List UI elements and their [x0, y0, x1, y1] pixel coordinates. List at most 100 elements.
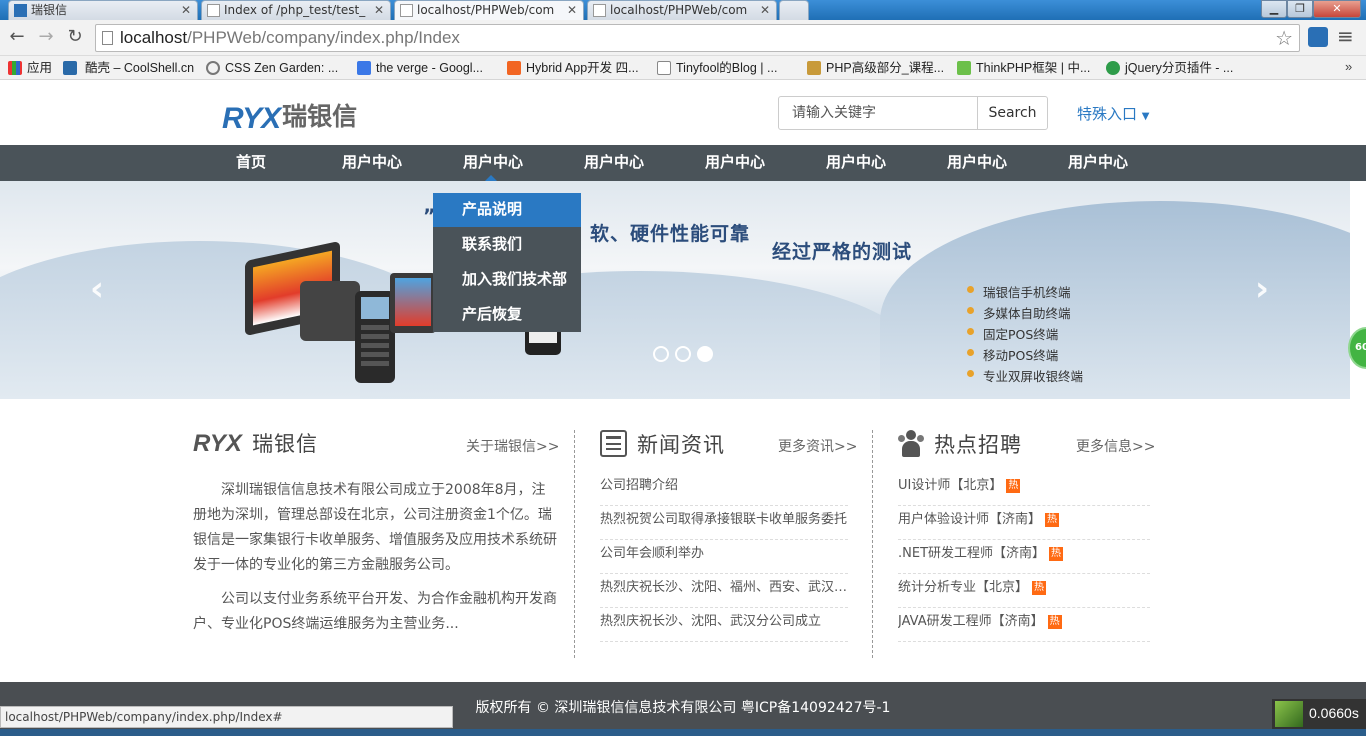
nav-user-center[interactable]: 用户中心 — [695, 145, 775, 181]
nav-user-center[interactable]: 用户中心 — [332, 145, 412, 181]
tab-title: Index of /php_test/test_ — [224, 3, 366, 17]
bookmark-star-icon[interactable]: ☆ — [1275, 26, 1293, 50]
about-more-link[interactable]: 关于瑞银信>> — [466, 436, 559, 456]
browser-tab-active[interactable]: localhost/PHPWeb/com ✕ — [394, 0, 584, 20]
news-item[interactable]: 公司年会顺利举办 — [600, 540, 848, 574]
back-arrow-icon[interactable]: ← — [6, 26, 28, 48]
people-icon — [898, 430, 924, 458]
job-item[interactable]: .NET研发工程师【济南】热 — [898, 540, 1150, 574]
news-item[interactable]: 热烈庆祝长沙、沈阳、武汉分公司成立 — [600, 608, 848, 642]
browser-toolbar: ← → ↻ localhost/PHPWeb/company/index.php… — [0, 20, 1366, 56]
page-icon — [657, 61, 671, 75]
job-item[interactable]: UI设计师【北京】热 — [898, 472, 1150, 506]
reload-icon[interactable]: ↻ — [64, 26, 86, 48]
hot-badge: 热 — [1045, 513, 1060, 527]
dropdown-item-contact[interactable]: 联系我们 — [433, 228, 581, 262]
nav-user-center[interactable]: 用户中心 — [816, 145, 896, 181]
news-item[interactable]: 热烈祝贺公司取得承接银联卡收单服务委托 — [600, 506, 848, 540]
news-more-link[interactable]: 更多资讯>> — [778, 436, 857, 456]
php-course-icon — [807, 61, 821, 75]
feature-item: 固定POS终端 — [967, 324, 1058, 343]
bookmarks-bar: 应用 酷壳 – CoolShell.cn CSS Zen Garden: ...… — [0, 56, 1366, 80]
close-tab-icon[interactable]: ✕ — [760, 1, 770, 19]
job-item[interactable]: JAVA研发工程师【济南】热 — [898, 608, 1150, 642]
feature-item: 瑞银信手机终端 — [967, 282, 1071, 301]
extension-icon[interactable] — [1308, 27, 1328, 47]
carousel-indicator[interactable] — [675, 346, 691, 362]
close-tab-icon[interactable]: ✕ — [567, 1, 577, 19]
maximize-button[interactable]: ❐ — [1287, 0, 1313, 18]
coolshell-icon — [63, 61, 77, 75]
carousel-indicator-active[interactable] — [697, 346, 713, 362]
bookmark-thinkphp[interactable]: ThinkPHP框架 | 中... — [957, 59, 1090, 77]
feature-item: 多媒体自助终端 — [967, 303, 1071, 322]
bookmark-theverge[interactable]: the verge - Googl... — [357, 59, 483, 77]
hot-badge: 热 — [1006, 479, 1021, 493]
bookmarks-overflow-icon[interactable]: » — [1345, 59, 1352, 74]
feature-item: 移动POS终端 — [967, 345, 1058, 364]
special-entry-dropdown[interactable]: 特殊入口 ▼ — [1077, 103, 1150, 124]
feature-item: 专业双屏收银终端 — [967, 366, 1083, 385]
search-input[interactable]: 请输入关键字 — [778, 96, 978, 130]
zen-garden-icon — [206, 61, 220, 75]
nav-home[interactable]: 首页 — [221, 145, 281, 181]
bookmark-tinyfool[interactable]: Tinyfool的Blog | ... — [657, 59, 777, 77]
google-icon — [357, 61, 371, 75]
nav-user-center[interactable]: 用户中心 — [937, 145, 1017, 181]
news-item[interactable]: 公司招聘介绍 — [600, 472, 848, 506]
new-tab-button[interactable] — [779, 0, 809, 20]
nav-user-center[interactable]: 用户中心 — [1058, 145, 1138, 181]
main-nav: 首页 用户中心 用户中心 用户中心 用户中心 用户中心 用户中心 用户中心 — [0, 145, 1366, 183]
hot-badge: 热 — [1049, 547, 1064, 561]
bookmark-php[interactable]: PHP高级部分_课程... — [807, 59, 944, 77]
column-divider — [574, 430, 575, 658]
carousel-indicator[interactable] — [653, 346, 669, 362]
about-section-title: RYX 瑞银信 — [193, 428, 318, 458]
about-logo-mark: RYX — [193, 430, 242, 457]
minimize-button[interactable]: ▁ — [1261, 0, 1287, 18]
jquery-icon — [1106, 61, 1120, 75]
menu-icon[interactable]: ≡ — [1337, 24, 1354, 48]
page-icon — [593, 4, 606, 17]
bookmark-apps[interactable]: 应用 — [8, 59, 52, 77]
status-bar-url: localhost/PHPWeb/company/index.php/Index… — [0, 706, 453, 728]
column-divider — [872, 430, 873, 658]
dropdown-item-recovery[interactable]: 产后恢复 — [433, 298, 581, 332]
carousel-next-icon[interactable]: › — [1255, 269, 1269, 309]
page-icon — [102, 31, 113, 45]
hot-badge: 热 — [1047, 615, 1062, 629]
dropdown-item-join[interactable]: 加入我们技术部 — [433, 263, 581, 297]
site-logo[interactable]: RYX瑞银信 — [222, 97, 357, 135]
thinkphp-icon — [957, 61, 971, 75]
banner-slogan: 经过严格的测试 — [772, 241, 913, 263]
hybrid-icon — [507, 61, 521, 75]
bookmark-hybridapp[interactable]: Hybrid App开发 四... — [507, 59, 639, 77]
address-bar[interactable]: localhost/PHPWeb/company/index.php/Index… — [95, 24, 1300, 52]
job-item[interactable]: 统计分析专业【北京】热 — [898, 574, 1150, 608]
close-tab-icon[interactable]: ✕ — [374, 1, 384, 19]
browser-tab[interactable]: Index of /php_test/test_ ✕ — [201, 0, 391, 20]
carousel-prev-icon[interactable]: ‹ — [90, 269, 104, 309]
nav-user-center[interactable]: 用户中心 — [574, 145, 654, 181]
hot-badge: 热 — [1032, 581, 1047, 595]
tab-title: localhost/PHPWeb/com — [610, 3, 748, 17]
banner-carousel: ” 软、硬件性能可靠 经过严格的测试 瑞银信手机终端 多媒体自助终端 固定POS… — [0, 181, 1350, 399]
jobs-section-title: 热点招聘 — [934, 433, 1022, 457]
close-tab-icon[interactable]: ✕ — [181, 1, 191, 19]
news-item[interactable]: 热烈庆祝长沙、沈阳、福州、西安、武汉分公司成立 — [600, 574, 848, 608]
forward-arrow-icon[interactable]: → — [35, 26, 57, 48]
job-item[interactable]: 用户体验设计师【济南】热 — [898, 506, 1150, 540]
search-button[interactable]: Search — [977, 96, 1048, 130]
address-url: localhost/PHPWeb/company/index.php/Index — [120, 28, 460, 47]
bookmark-jquery[interactable]: jQuery分页插件 - ... — [1106, 59, 1233, 77]
site-header: RYX瑞银信 请输入关键字 Search 特殊入口 ▼ — [0, 81, 1366, 145]
bookmark-csszengarden[interactable]: CSS Zen Garden: ... — [206, 59, 338, 77]
browser-tab[interactable]: localhost/PHPWeb/com ✕ — [587, 0, 777, 20]
browser-tab[interactable]: 瑞银信 ✕ — [8, 0, 198, 20]
card-reader-image — [355, 291, 395, 383]
apps-grid-icon — [8, 61, 22, 75]
bookmark-coolshell[interactable]: 酷壳 – CoolShell.cn — [63, 59, 194, 77]
jobs-more-link[interactable]: 更多信息>> — [1076, 436, 1155, 456]
close-window-button[interactable]: ✕ — [1313, 0, 1361, 18]
dropdown-item-product[interactable]: 产品说明 — [433, 193, 581, 227]
